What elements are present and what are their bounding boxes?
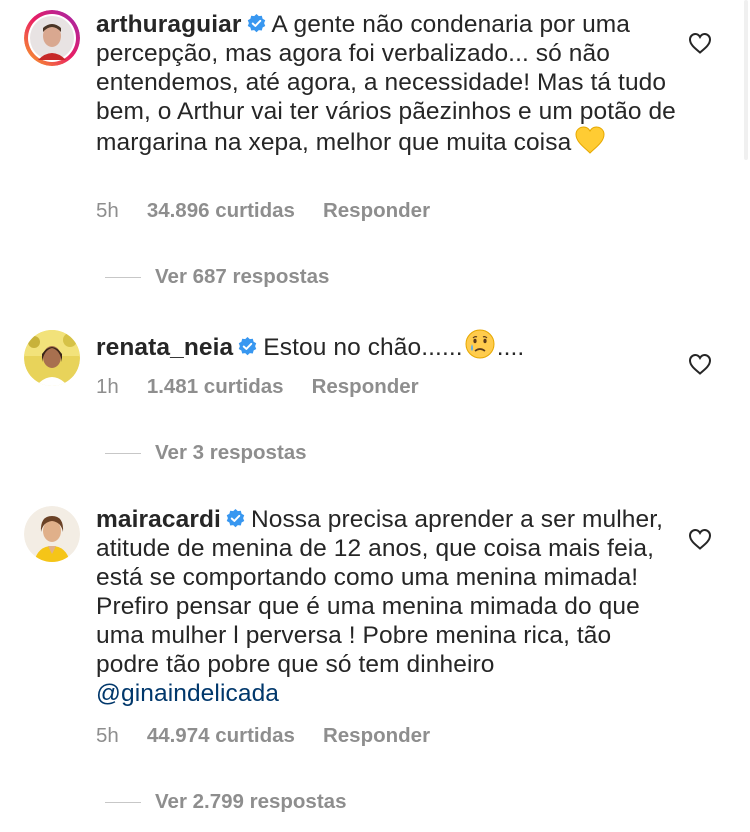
divider (105, 276, 141, 278)
avatar[interactable] (24, 330, 80, 386)
reply-button[interactable]: Responder (323, 199, 430, 222)
comment-text-after: .... (496, 334, 525, 361)
crying-face-icon (465, 329, 495, 359)
comment-meta: 5h 44.974 curtidas Responder (96, 724, 458, 748)
view-replies-label: Ver 687 respostas (155, 265, 330, 288)
avatar[interactable] (24, 10, 80, 66)
view-replies-label: Ver 3 respostas (155, 441, 307, 464)
username[interactable]: mairacardi (96, 506, 221, 533)
likes-count[interactable]: 44.974 curtidas (147, 724, 295, 747)
reply-button[interactable]: Responder (312, 375, 419, 398)
comment-time: 5h (96, 724, 119, 747)
comment-time: 5h (96, 199, 119, 222)
comment-body: renata_neia Estou no chão.......... (96, 329, 676, 362)
mention-link[interactable]: @ginaindelicada (96, 680, 279, 707)
view-replies-button[interactable]: Ver 3 respostas (105, 441, 307, 465)
scrollbar[interactable] (744, 0, 748, 160)
likes-count[interactable]: 1.481 curtidas (147, 375, 284, 398)
username[interactable]: arthuraguiar (96, 11, 242, 38)
comment-meta: 1h 1.481 curtidas Responder (96, 375, 447, 399)
divider (105, 801, 141, 803)
divider (105, 452, 141, 454)
likes-count[interactable]: 34.896 curtidas (147, 199, 295, 222)
view-replies-button[interactable]: Ver 2.799 respostas (105, 790, 346, 814)
view-replies-label: Ver 2.799 respostas (155, 790, 347, 813)
comment-time: 1h (96, 375, 119, 398)
like-heart-icon[interactable] (688, 353, 712, 375)
comment-body: mairacardi Nossa precisa aprender a ser m… (96, 505, 676, 708)
comment-text: Estou no chão...... (263, 334, 463, 361)
like-heart-icon[interactable] (688, 528, 712, 550)
like-heart-icon[interactable] (688, 32, 712, 54)
avatar[interactable] (24, 506, 80, 562)
comment-body: arthuraguiar A gente não condenaria por u… (96, 10, 676, 157)
username[interactable]: renata_neia (96, 334, 233, 361)
yellow-heart-icon (575, 126, 605, 154)
view-replies-button[interactable]: Ver 687 respostas (105, 265, 329, 289)
reply-button[interactable]: Responder (323, 724, 430, 747)
verified-badge-icon (239, 337, 257, 356)
verified-badge-icon (247, 14, 265, 33)
comment-meta: 5h 34.896 curtidas Responder (96, 199, 458, 223)
verified-badge-icon (226, 509, 245, 528)
